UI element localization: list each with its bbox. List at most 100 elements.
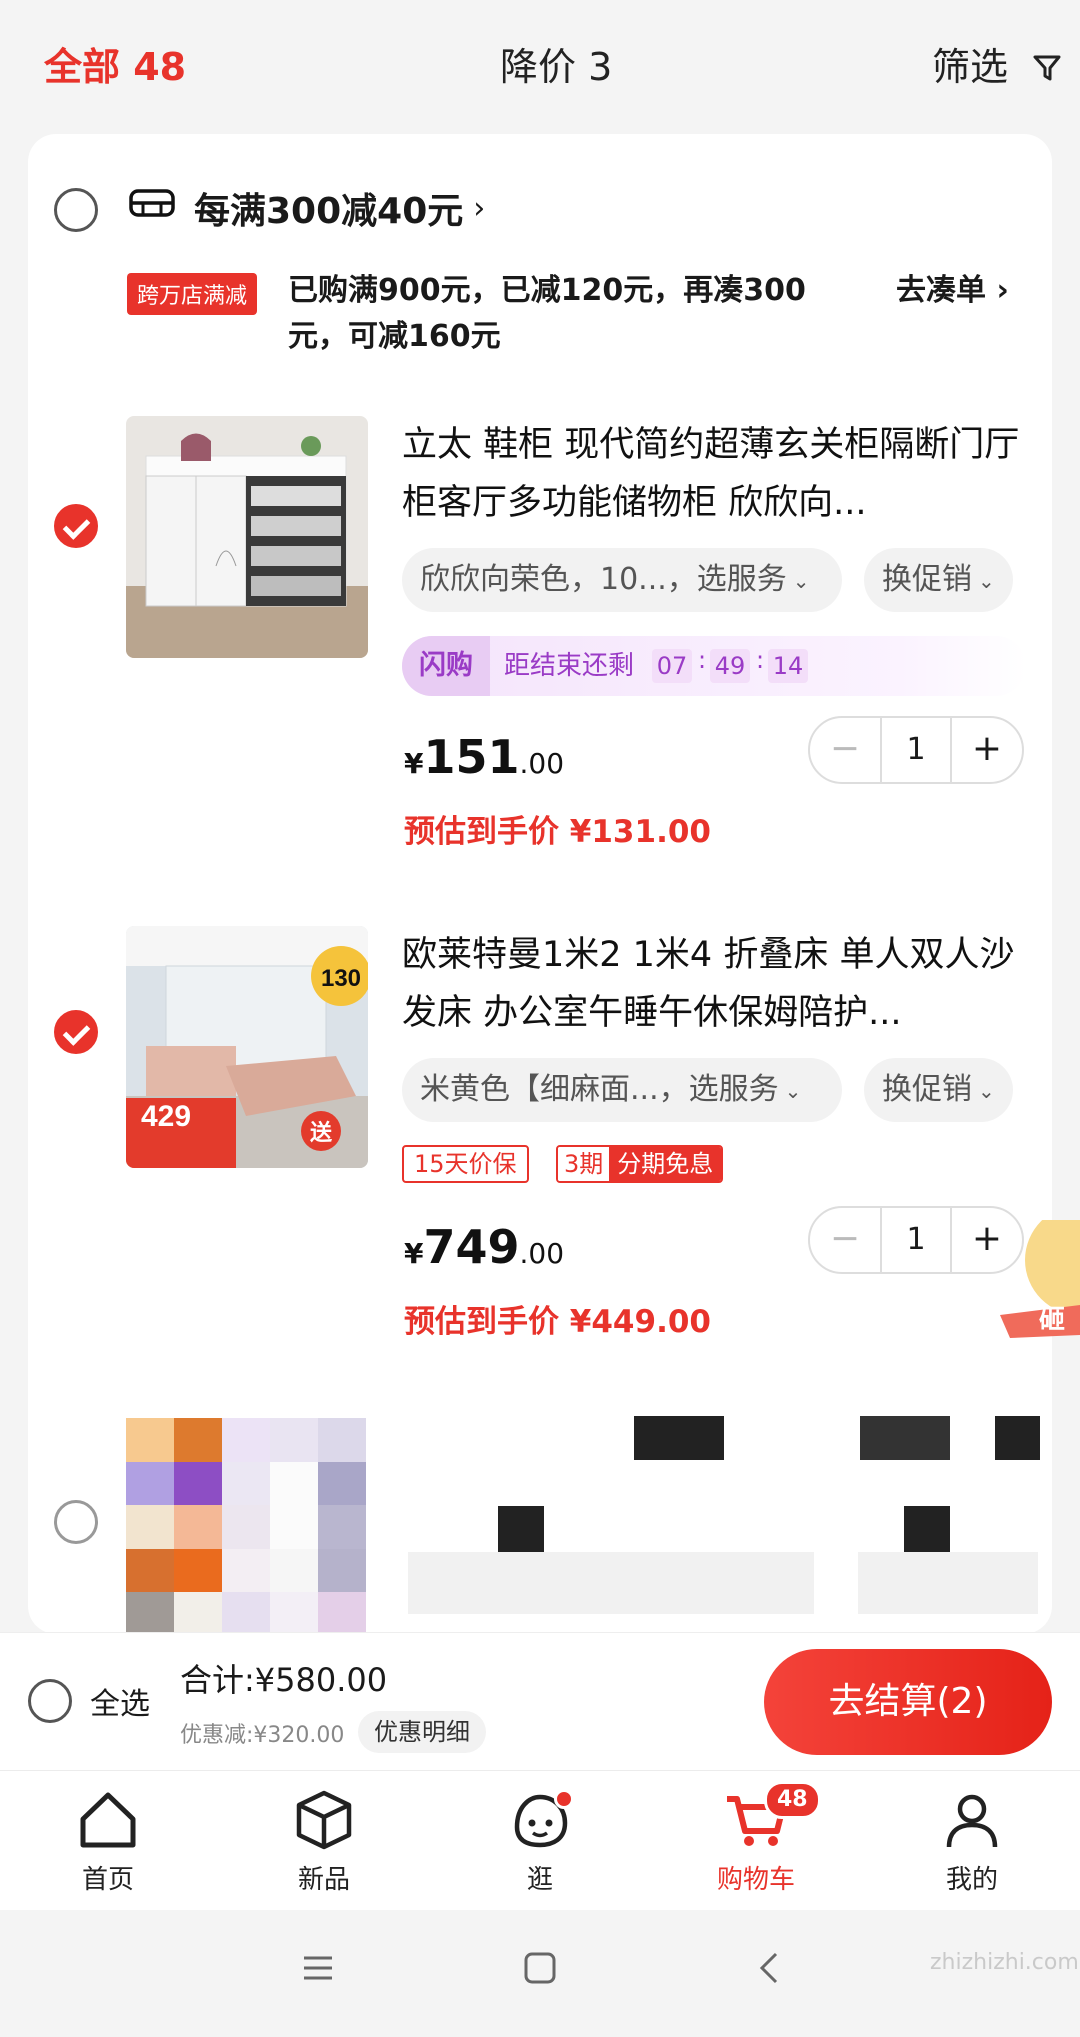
item1-spec-text: 欣欣向荣色，10...，选服务 <box>420 562 787 597</box>
chevron-down-icon: ⌄ <box>978 1078 995 1103</box>
item1-price-dec: .00 <box>519 747 565 780</box>
sofa-icon <box>128 185 176 232</box>
checkout-summary-bar: 全选 合计:¥580.00 优惠减:¥320.00 优惠明细 去结算(2) <box>0 1632 1080 1770</box>
item2-price: ¥749.00 <box>404 1220 564 1274</box>
promo-description: 已购满900元，已减120元，再凑300元，可减160元 <box>288 273 806 354</box>
nav-cart-label: 购物车 <box>716 1865 795 1895</box>
countdown-colon: : <box>756 646 765 674</box>
redacted-block <box>634 1416 724 1460</box>
redacted-block <box>860 1416 950 1460</box>
floating-widget-text: 砸 <box>1039 1305 1065 1335</box>
system-navigation-bar <box>0 1910 1080 2037</box>
item1-quantity[interactable]: 1 <box>880 718 952 782</box>
top-tab-bar: 全部 48 降价 3 筛选 <box>0 0 1080 130</box>
cross-store-badge: 跨万店满减 <box>127 273 258 315</box>
nav-home[interactable]: 首页 <box>48 1785 168 1896</box>
filter-label: 筛选 <box>932 45 1009 89</box>
increase-button[interactable]: + <box>952 718 1022 782</box>
promo-title-text: 每满300减40元 <box>194 191 464 232</box>
item1-title[interactable]: 立太 鞋柜 现代简约超薄玄关柜隔断门厅柜客厅多功能储物柜 欣欣向... <box>402 416 1022 532</box>
cart-count-badge: 48 <box>764 1781 821 1819</box>
item2-title[interactable]: 欧莱特曼1米2 1米4 折叠床 单人双人沙发床 办公室午睡午休保姆陪护... <box>402 926 1022 1042</box>
image-send-label: 送 <box>310 1120 332 1146</box>
flash-sale-bar: 闪购 距结束还剩 07 : 49 : 14 <box>402 636 1026 696</box>
back-icon[interactable] <box>752 1950 788 1990</box>
cube-icon <box>296 1790 352 1850</box>
item1-promo-text: 换促销 <box>882 562 972 597</box>
checkout-button[interactable]: 去结算(2) <box>764 1649 1052 1755</box>
total-discount: 优惠减:¥320.00 <box>180 1723 345 1748</box>
nav-browse[interactable]: 逛 <box>480 1785 600 1896</box>
item1-price-int: 151 <box>423 730 520 784</box>
tab-filter[interactable]: 筛选 <box>932 42 1062 95</box>
nav-browse-label: 逛 <box>526 1865 553 1895</box>
notification-dot <box>554 1789 574 1809</box>
total-sum: 合计:¥580.00 <box>180 1661 388 1699</box>
home-button-icon[interactable] <box>522 1950 558 1990</box>
user-icon <box>946 1794 998 1848</box>
tab-price-drop[interactable]: 降价 3 <box>500 42 612 92</box>
decrease-button[interactable]: − <box>810 1208 880 1272</box>
countdown-minutes: 49 <box>710 649 750 683</box>
price-guarantee-tag: 15天价保 <box>402 1145 529 1183</box>
home-icon <box>80 1792 136 1848</box>
decrease-button[interactable]: − <box>810 718 880 782</box>
bottom-navigation: 首页 新品 逛 48 购物车 我的 <box>0 1770 1080 1910</box>
item2-quantity[interactable]: 1 <box>880 1208 952 1272</box>
select-all-checkbox[interactable] <box>28 1679 72 1723</box>
redacted-block <box>904 1506 950 1552</box>
item1-price: ¥151.00 <box>404 730 564 784</box>
redacted-block <box>995 1416 1040 1460</box>
chevron-down-icon: ⌄ <box>792 568 810 593</box>
discount-detail-button[interactable]: 优惠明细 <box>358 1711 486 1753</box>
redacted-block <box>408 1552 814 1614</box>
item3-checkbox[interactable] <box>54 1500 98 1544</box>
select-all-label[interactable]: 全选 <box>90 1679 150 1723</box>
flash-countdown-label: 距结束还剩 <box>504 651 635 681</box>
image-badge-bottom: 429 <box>141 1100 191 1133</box>
item2-price-dec: .00 <box>519 1237 565 1270</box>
item2-quantity-stepper: − 1 + <box>808 1206 1024 1274</box>
nav-me[interactable]: 我的 <box>912 1785 1032 1896</box>
nav-new-label: 新品 <box>297 1865 350 1895</box>
item1-spec-chip[interactable]: 欣欣向荣色，10...，选服务 ⌄ <box>402 548 842 612</box>
nav-home-label: 首页 <box>81 1865 134 1895</box>
item1-estimated-price: 预估到手价 ¥131.00 <box>404 814 711 850</box>
chevron-right-icon: › <box>473 190 486 226</box>
item2-price-int: 749 <box>423 1220 520 1274</box>
chevron-down-icon: ⌄ <box>978 568 995 593</box>
nav-cart[interactable]: 48 购物车 <box>696 1781 821 1896</box>
tab-all[interactable]: 全部 48 <box>44 42 186 92</box>
filter-icon <box>1032 45 1062 95</box>
item2-image[interactable]: 130 429 送 <box>126 926 368 1168</box>
nav-me-label: 我的 <box>945 1865 998 1895</box>
item1-checkbox[interactable] <box>54 504 98 548</box>
item2-promo-chip[interactable]: 换促销 ⌄ <box>864 1058 1013 1122</box>
countdown-seconds: 14 <box>768 649 808 683</box>
item1-image[interactable] <box>126 416 368 658</box>
chevron-down-icon: ⌄ <box>784 1078 802 1103</box>
item2-spec-chip[interactable]: 米黄色【细麻面...，选服务 ⌄ <box>402 1058 842 1122</box>
installment-periods: 3期 <box>558 1147 610 1181</box>
nav-new[interactable]: 新品 <box>264 1785 384 1896</box>
redacted-block <box>858 1552 1038 1614</box>
item2-estimated-price: 预估到手价 ¥449.00 <box>404 1304 711 1340</box>
countdown-colon: : <box>698 646 707 674</box>
flash-tag: 闪购 <box>402 636 490 696</box>
item3-image-pixelated <box>126 1418 366 1636</box>
promo-title[interactable]: 每满300减40元 › <box>128 182 485 234</box>
item1-promo-chip[interactable]: 换促销 ⌄ <box>864 548 1013 612</box>
currency-symbol: ¥ <box>404 1237 424 1270</box>
redacted-block <box>498 1506 544 1552</box>
watermark: zhizhizhi.com <box>930 1950 1079 1975</box>
add-more-link[interactable]: 去凑单 › <box>896 268 1009 314</box>
image-badge-top: 130 <box>321 965 361 992</box>
shop-card: 每满300减40元 › 跨万店满减 已购满900元，已减120元，再凑300元，… <box>28 134 1052 1634</box>
floating-promo-widget[interactable]: 砸 <box>1000 1205 1080 1340</box>
installment-tag: 3期 分期免息 <box>556 1145 724 1183</box>
item1-quantity-stepper: − 1 + <box>808 716 1024 784</box>
promo-group-radio[interactable] <box>54 188 98 232</box>
countdown-hours: 07 <box>652 649 692 683</box>
menu-icon[interactable] <box>300 1950 336 1990</box>
item2-checkbox[interactable] <box>54 1010 98 1054</box>
